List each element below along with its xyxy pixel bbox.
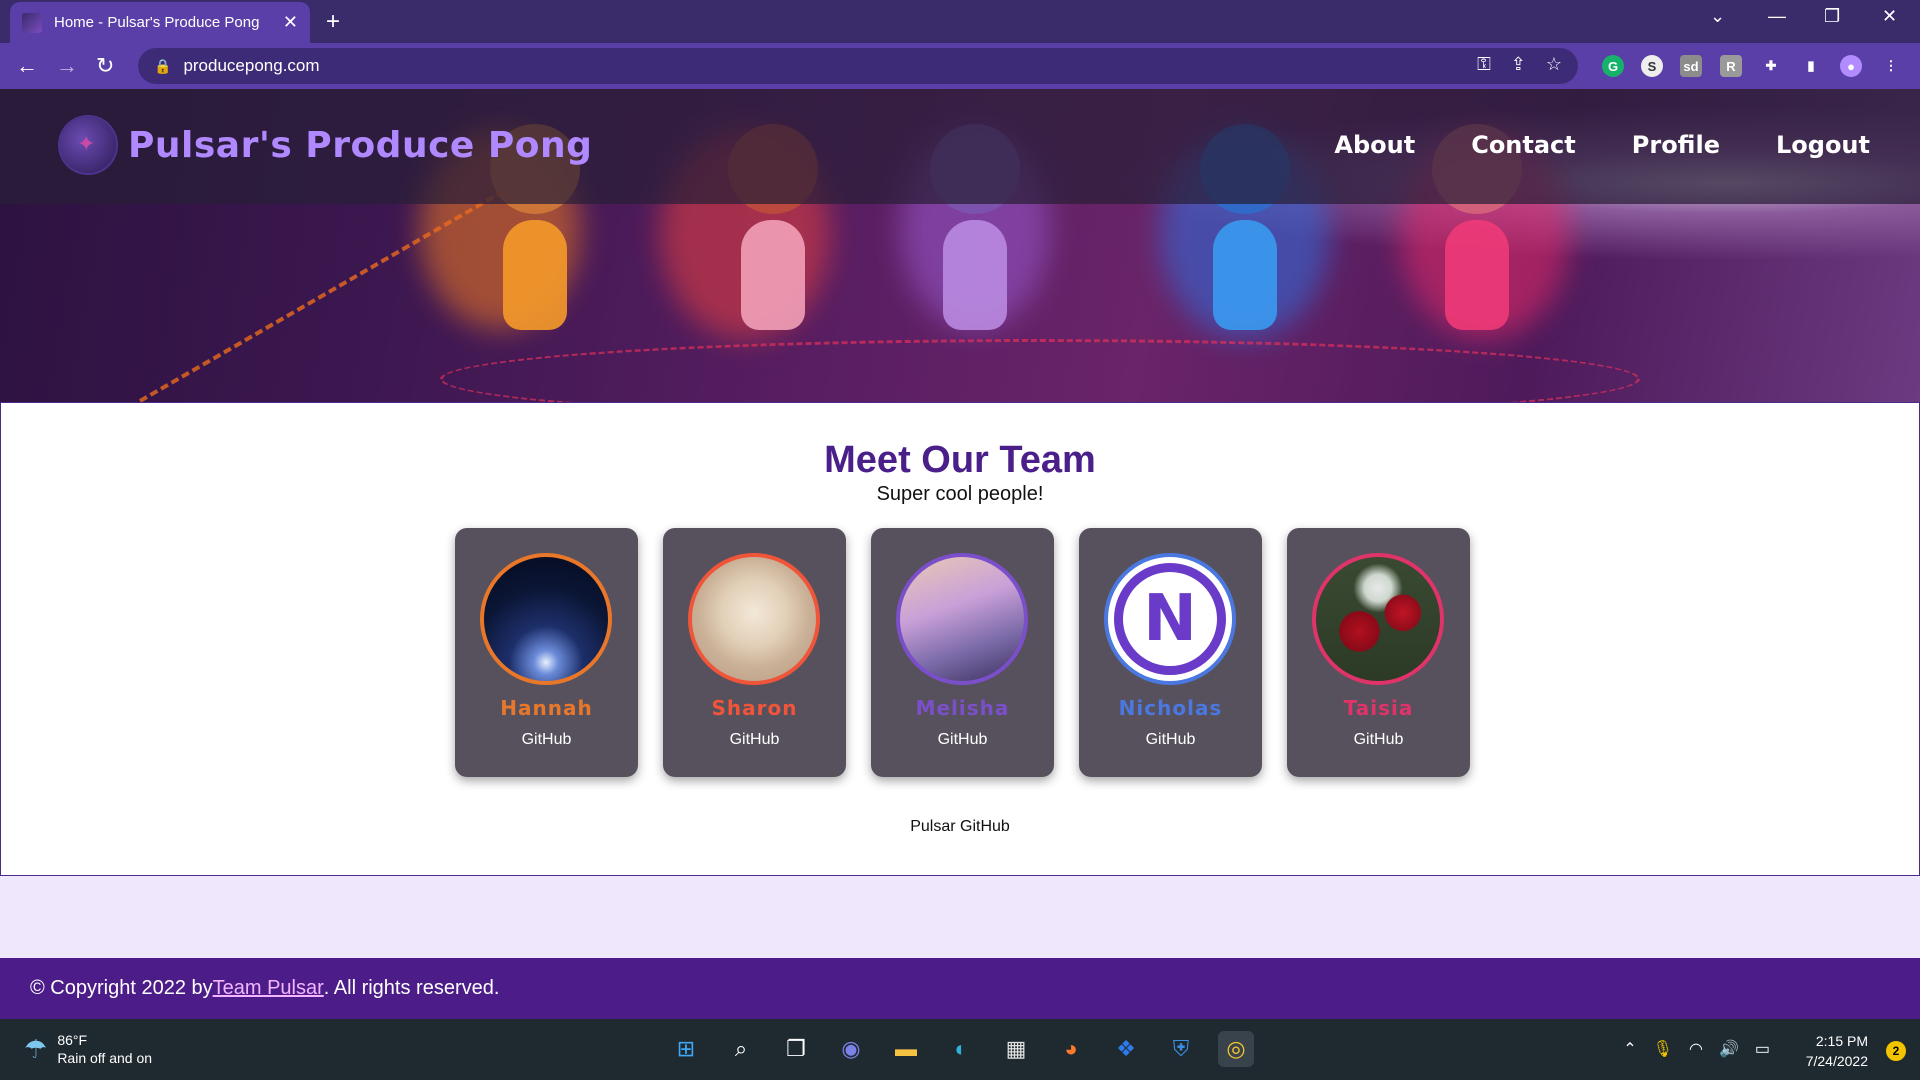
share-icon[interactable]: ⇪ xyxy=(1511,54,1526,75)
hero-banner: Pulsar's Produce Pong About Contact Prof… xyxy=(0,89,1920,419)
footer-team-link[interactable]: Team Pulsar xyxy=(213,977,324,1000)
extensions-puzzle-icon[interactable]: ✚ xyxy=(1760,55,1782,77)
weather-widget[interactable]: ☂ 86°F Rain off and on xyxy=(24,1031,152,1067)
notification-badge[interactable]: 2 xyxy=(1886,1041,1906,1061)
nav-about-link[interactable]: About xyxy=(1334,131,1415,159)
file-explorer-icon[interactable]: ▬ xyxy=(888,1031,924,1067)
grammarly-extension-icon[interactable]: G xyxy=(1602,55,1624,77)
task-view-icon[interactable]: ❐ xyxy=(778,1031,814,1067)
site-title[interactable]: Pulsar's Produce Pong xyxy=(128,125,592,166)
address-bar[interactable]: 🔒 producepong.com ⚿ ⇪ ☆ xyxy=(138,48,1578,84)
member-github-link[interactable]: GitHub xyxy=(1287,731,1470,749)
chrome-icon[interactable]: ◎ xyxy=(1218,1031,1254,1067)
new-tab-icon[interactable]: + xyxy=(326,8,340,36)
avatar xyxy=(1312,553,1444,685)
forward-icon[interactable]: → xyxy=(56,53,78,79)
pulsar-logo-icon[interactable] xyxy=(60,117,116,173)
n-logo-icon: N xyxy=(1114,563,1226,675)
key-icon[interactable]: ⚿ xyxy=(1477,54,1491,75)
url-text: producepong.com xyxy=(183,56,320,75)
tab-search-icon[interactable]: ⌄ xyxy=(1710,6,1725,27)
site-navbar: Pulsar's Produce Pong About Contact Prof… xyxy=(0,89,1920,204)
site-brand[interactable]: Pulsar's Produce Pong xyxy=(60,117,592,173)
volume-icon[interactable]: 🔊 xyxy=(1719,1039,1739,1059)
restore-icon[interactable]: ❐ xyxy=(1824,6,1840,27)
lock-icon[interactable]: 🔒 xyxy=(154,58,171,75)
team-subtitle: Super cool people! xyxy=(876,483,1044,505)
minimize-icon[interactable]: — xyxy=(1768,6,1786,27)
member-github-link[interactable]: GitHub xyxy=(663,731,846,749)
search-icon[interactable]: ⌕ xyxy=(723,1031,759,1067)
browser-menu-icon[interactable]: ⋮ xyxy=(1880,55,1902,77)
bookmark-star-icon[interactable]: ☆ xyxy=(1546,54,1562,75)
windows-security-icon[interactable]: ⛨ xyxy=(1163,1031,1199,1067)
reload-icon[interactable]: ↻ xyxy=(96,53,114,79)
member-name: Nicholas xyxy=(1118,696,1223,720)
show-hidden-icons-icon[interactable]: ⌃ xyxy=(1623,1039,1636,1059)
battery-icon[interactable]: ▭ xyxy=(1755,1039,1770,1059)
firefox-icon[interactable]: ◕ xyxy=(1053,1031,1089,1067)
edge-icon[interactable]: ◐ xyxy=(943,1031,979,1067)
team-card-hannah: Hannah GitHub xyxy=(455,528,638,777)
taskbar-clock[interactable]: 2:15 PM 7/24/2022 xyxy=(1806,1031,1868,1071)
footer-copyright-prefix: © Copyright 2022 by xyxy=(30,977,213,999)
nav-contact-link[interactable]: Contact xyxy=(1471,131,1576,159)
nav-profile-link[interactable]: Profile xyxy=(1632,131,1720,159)
weather-temperature: 86°F xyxy=(57,1032,88,1048)
avatar xyxy=(896,553,1028,685)
avatar xyxy=(688,553,820,685)
site-favicon-icon xyxy=(22,12,42,33)
start-icon[interactable]: ⊞ xyxy=(668,1031,704,1067)
store-icon[interactable]: ▦ xyxy=(998,1031,1034,1067)
browser-tab[interactable]: Home - Pulsar's Produce Pong ✕ xyxy=(10,2,310,43)
page-viewport: Pulsar's Produce Pong About Contact Prof… xyxy=(0,89,1920,1019)
wifi-icon[interactable]: ◠ xyxy=(1689,1039,1703,1059)
dropbox-icon[interactable]: ❖ xyxy=(1108,1031,1144,1067)
team-card-sharon: Sharon GitHub xyxy=(663,528,846,777)
tab-title: Home - Pulsar's Produce Pong xyxy=(54,14,260,31)
member-github-link[interactable]: GitHub xyxy=(871,731,1054,749)
side-panel-icon[interactable]: ▮ xyxy=(1800,55,1822,77)
team-card-taisia: Taisia GitHub xyxy=(1287,528,1470,777)
team-card-nicholas: N Nicholas GitHub xyxy=(1079,528,1262,777)
site-footer: © Copyright 2022 by Team Pulsar . All ri… xyxy=(0,958,1920,1019)
member-github-link[interactable]: GitHub xyxy=(1079,731,1262,749)
member-name: Melisha xyxy=(915,696,1010,720)
member-name: Sharon xyxy=(711,696,798,720)
team-title: Meet Our Team xyxy=(824,439,1096,481)
team-section: Meet Our Team Super cool people! Hannah … xyxy=(0,402,1920,876)
close-window-icon[interactable]: ✕ xyxy=(1882,6,1897,27)
profile-avatar-icon[interactable]: ● xyxy=(1840,55,1862,77)
windows-taskbar: ☂ 86°F Rain off and on ⊞ ⌕ ❐ ◉ ▬ ◐ ▦ ◕ ❖… xyxy=(0,1019,1920,1080)
team-card-melisha: Melisha GitHub xyxy=(871,528,1054,777)
pulsar-github-link[interactable]: Pulsar GitHub xyxy=(1,818,1919,836)
taskbar-apps: ⊞ ⌕ ❐ ◉ ▬ ◐ ▦ ◕ ❖ ⛨ ◎ xyxy=(668,1031,1254,1067)
weather-description: Rain off and on xyxy=(57,1050,153,1066)
chat-icon[interactable]: ◉ xyxy=(833,1031,869,1067)
team-cards: Hannah GitHub Sharon GitHub Melisha GitH… xyxy=(455,528,1470,777)
s-extension-icon[interactable]: S xyxy=(1641,55,1663,77)
clock-time: 2:15 PM xyxy=(1815,1033,1868,1049)
nav-logout-link[interactable]: Logout xyxy=(1776,131,1870,159)
nav-links: About Contact Profile Logout xyxy=(1334,131,1870,159)
member-github-link[interactable]: GitHub xyxy=(455,731,638,749)
footer-copyright-suffix: . All rights reserved. xyxy=(323,977,500,999)
browser-toolbar: ← → ↻ 🔒 producepong.com ⚿ ⇪ ☆ G S sd R ✚… xyxy=(0,43,1920,89)
member-name: Hannah xyxy=(500,696,593,720)
member-name: Taisia xyxy=(1343,696,1414,720)
avatar: N xyxy=(1104,553,1236,685)
system-tray: ⌃ 🎙 ◠ 🔊 ▭ xyxy=(1623,1039,1770,1059)
r-extension-icon[interactable]: R xyxy=(1720,55,1742,77)
microphone-icon[interactable]: 🎙 xyxy=(1653,1039,1673,1059)
browser-tab-bar: Home - Pulsar's Produce Pong ✕ + ⌄ — ❐ ✕ xyxy=(0,0,1920,43)
back-icon[interactable]: ← xyxy=(16,53,38,79)
close-tab-icon[interactable]: ✕ xyxy=(283,12,298,33)
sd-extension-icon[interactable]: sd xyxy=(1680,55,1702,77)
rain-umbrella-icon: ☂ xyxy=(24,1033,48,1064)
avatar xyxy=(480,553,612,685)
clock-date: 7/24/2022 xyxy=(1805,1053,1868,1069)
